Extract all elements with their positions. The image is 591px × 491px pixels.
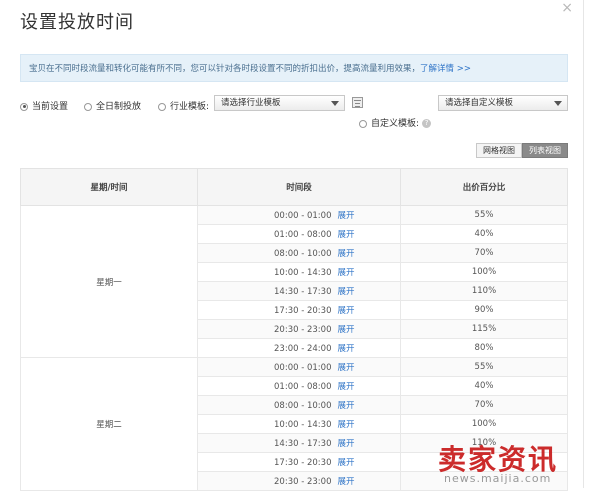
option-custom[interactable]: 自定义模板:?: [359, 116, 432, 129]
time-cell: 17:30 - 20:30 展开: [197, 452, 401, 472]
time-cell: 17:30 - 20:30 展开: [197, 300, 401, 320]
time-cell: 00:00 - 01:00 展开: [197, 205, 401, 225]
expand-link[interactable]: 展开: [337, 249, 354, 259]
expand-link[interactable]: 展开: [337, 439, 354, 449]
percent-cell: 100%: [400, 262, 568, 282]
chevron-down-icon: [554, 101, 562, 106]
time-range: 08:00 - 10:00: [274, 249, 332, 259]
help-icon[interactable]: ?: [422, 119, 432, 128]
time-cell: 01:00 - 08:00 展开: [197, 224, 401, 244]
percent-cell: 70%: [400, 395, 568, 415]
time-cell: 14:30 - 17:30 展开: [197, 433, 401, 453]
time-range: 10:00 - 14:30: [274, 420, 332, 430]
expand-link[interactable]: 展开: [337, 344, 354, 354]
schedule-dialog: 设置投放时间 × 宝贝在不同时段流量和转化可能有所不同，您可以针对各时段设置不同…: [0, 0, 591, 491]
expand-link[interactable]: 展开: [337, 458, 354, 468]
percent-cell: 55%: [400, 357, 568, 377]
time-range: 01:00 - 08:00: [274, 230, 332, 240]
view-switcher: 网格视图 列表视图: [476, 143, 568, 158]
time-range: 01:00 - 08:00: [274, 382, 332, 392]
option-industry[interactable]: 行业模板:: [158, 99, 209, 112]
expand-link[interactable]: 展开: [337, 382, 354, 392]
percent-cell: 55%: [400, 205, 568, 225]
percent-cell: 110%: [400, 281, 568, 301]
tab-list-view[interactable]: 列表视图: [522, 143, 568, 158]
percent-cell: 100%: [400, 414, 568, 434]
time-range: 17:30 - 20:30: [274, 458, 332, 468]
header-percent: 出价百分比: [400, 168, 568, 206]
custom-select-value: 请选择自定义模板: [445, 98, 514, 108]
radio-current[interactable]: [20, 102, 28, 111]
option-industry-label: 行业模板:: [170, 102, 210, 112]
expand-link[interactable]: 展开: [337, 306, 354, 316]
time-range: 14:30 - 17:30: [274, 287, 332, 297]
time-cell: 08:00 - 10:00 展开: [197, 243, 401, 263]
calendar-icon[interactable]: [352, 97, 363, 108]
time-cell: 10:00 - 14:30 展开: [197, 262, 401, 282]
option-current-label: 当前设置: [32, 102, 69, 112]
radio-allday[interactable]: [84, 102, 92, 111]
time-cell: 10:00 - 14:30 展开: [197, 414, 401, 434]
percent-cell: 40%: [400, 224, 568, 244]
expand-link[interactable]: 展开: [337, 325, 354, 335]
radio-custom[interactable]: [359, 119, 367, 128]
expand-link[interactable]: 展开: [337, 268, 354, 278]
table-header-row: 星期/时间 时间段 出价百分比: [20, 168, 568, 206]
time-range: 08:00 - 10:00: [274, 401, 332, 411]
time-range: 14:30 - 17:30: [274, 439, 332, 449]
time-cell: 00:00 - 01:00 展开: [197, 357, 401, 377]
notice-text: 宝贝在不同时段流量和转化可能有所不同，您可以针对各时段设置不同的折扣出价，提高流…: [29, 64, 421, 74]
time-range: 20:30 - 23:00: [274, 325, 332, 335]
time-range: 17:30 - 20:30: [274, 306, 332, 316]
option-current[interactable]: 当前设置: [20, 99, 68, 112]
header-time: 时间段: [197, 168, 401, 206]
percent-cell: 115%: [400, 319, 568, 339]
percent-cell: 90%: [400, 300, 568, 320]
time-range: 00:00 - 01:00: [274, 363, 332, 373]
expand-link[interactable]: 展开: [337, 477, 354, 487]
dialog-title: 设置投放时间: [20, 12, 134, 33]
industry-template-select[interactable]: 请选择行业模板: [214, 95, 345, 111]
day-cell: 星期一: [20, 205, 198, 358]
expand-link[interactable]: 展开: [337, 363, 354, 373]
percent-cell: 110%: [400, 433, 568, 453]
time-cell: 14:30 - 17:30 展开: [197, 281, 401, 301]
day-cell: 星期二: [20, 357, 198, 491]
industry-select-value: 请选择行业模板: [221, 98, 281, 108]
expand-link[interactable]: 展开: [337, 420, 354, 430]
custom-template-select[interactable]: 请选择自定义模板: [438, 95, 568, 111]
tab-grid-view[interactable]: 网格视图: [476, 143, 522, 158]
option-allday[interactable]: 全日制投放: [84, 99, 141, 112]
time-cell: 01:00 - 08:00 展开: [197, 376, 401, 396]
schedule-table: 星期/时间 时间段 出价百分比 星期一 00:00 - 01:00 展开 55% 01:…: [20, 168, 568, 491]
option-custom-label: 自定义模板:: [371, 119, 420, 129]
option-allday-label: 全日制投放: [96, 102, 142, 112]
expand-link[interactable]: 展开: [337, 230, 354, 240]
header-day: 星期/时间: [20, 168, 198, 206]
time-cell: 08:00 - 10:00 展开: [197, 395, 401, 415]
time-range: 20:30 - 23:00: [274, 477, 332, 487]
percent-cell: [400, 452, 568, 472]
time-cell: 23:00 - 24:00 展开: [197, 338, 401, 358]
schedule-body: 星期一 00:00 - 01:00 展开 55% 01:00 - 08:00 展开 40% 0…: [20, 205, 568, 491]
table-row: 星期一 00:00 - 01:00 展开 55%: [20, 205, 568, 358]
chevron-down-icon: [331, 101, 339, 106]
expand-link[interactable]: 展开: [337, 211, 354, 221]
learn-more-link[interactable]: 了解详情 >>: [420, 64, 471, 74]
expand-link[interactable]: 展开: [337, 287, 354, 297]
dialog-edge: [583, 0, 584, 488]
close-icon[interactable]: ×: [561, 0, 573, 16]
time-range: 00:00 - 01:00: [274, 211, 332, 221]
percent-cell: 40%: [400, 376, 568, 396]
table-row: 星期二 00:00 - 01:00 展开 55%: [20, 357, 568, 491]
percent-cell: 80%: [400, 338, 568, 358]
time-range: 23:00 - 24:00: [274, 344, 332, 354]
expand-link[interactable]: 展开: [337, 401, 354, 411]
time-range: 10:00 - 14:30: [274, 268, 332, 278]
radio-industry[interactable]: [158, 102, 166, 111]
info-notice: 宝贝在不同时段流量和转化可能有所不同，您可以针对各时段设置不同的折扣出价，提高流…: [20, 54, 568, 82]
time-cell: 20:30 - 23:00 展开: [197, 319, 401, 339]
percent-cell: 70%: [400, 243, 568, 263]
